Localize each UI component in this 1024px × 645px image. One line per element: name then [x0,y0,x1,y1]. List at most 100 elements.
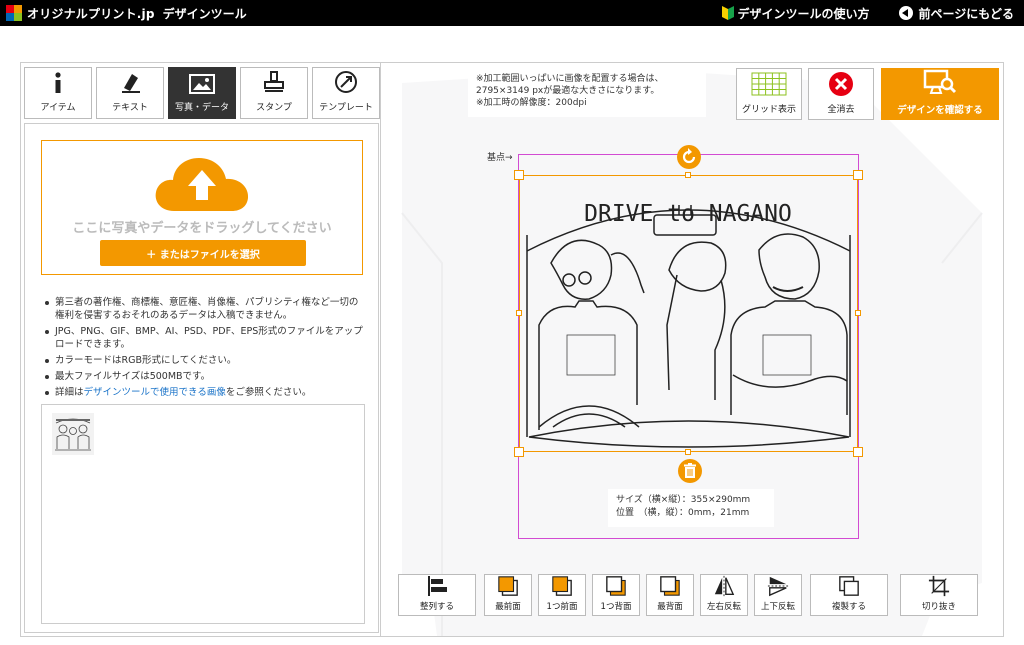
flip-horizontal-button[interactable]: 左右反転 [700,574,748,616]
bring-front-icon [498,576,518,596]
uploaded-image-thumbnail[interactable] [52,413,94,455]
list-item: JPG、PNG、GIF、BMP、AI、PSD、PDF、EPS形式のファイルをアッ… [43,325,363,351]
bring-to-front-button[interactable]: 最前面 [484,574,532,616]
design-canvas[interactable]: ※加工範囲いっぱいに画像を配置する場合は、 2795×3149 pxが最適な大き… [382,63,1003,636]
bring-forward-label: 1つ前面 [546,602,578,612]
tab-label: スタンプ [256,103,292,113]
resize-handle-right[interactable] [855,310,861,316]
resize-handle-bottom-left[interactable] [514,447,524,457]
grid-toggle-button[interactable]: グリッド表示 [736,68,802,120]
duplicate-icon [839,576,859,596]
resize-handle-bottom-right[interactable] [853,447,863,457]
tab-label: 写真・データ [174,103,229,113]
top-bar: オリジナルプリント.jp デザインツール デザインツールの使い方 前ページにもど… [0,0,1024,26]
clear-all-button[interactable]: 全消去 [808,68,874,120]
send-back-label: 最背面 [657,602,683,612]
tab-label: アイテム [40,103,76,113]
resize-handle-bottom[interactable] [685,449,691,455]
logo[interactable]: オリジナルプリント.jp デザインツール [6,5,247,22]
usable-images-link[interactable]: デザインツールで使用できる画像 [84,387,226,398]
logo-subtitle: デザインツール [162,6,247,21]
editor-frame: アイテム テキスト 写真・データ スタンプ テンプレート ここに写真やデータをド… [20,62,1004,637]
send-backward-button[interactable]: 1つ背面 [592,574,640,616]
align-button[interactable]: 整列する [398,574,476,616]
note-prefix: 詳細は [55,387,84,398]
delete-design-button[interactable] [678,459,702,483]
tab-label: テンプレート [319,103,373,113]
size-readout: サイズ（横×縦）：355×290mm [616,495,751,505]
duplicate-label: 複製する [831,602,866,612]
upload-notes: 第三者の著作権、商標権、意匠権、肖像権、パブリシティ権など一切の権利を侵害するお… [43,296,363,402]
back-link[interactable]: 前ページにもどる [879,5,1014,22]
grid-button-label: グリッド表示 [741,105,796,115]
design-selection-box[interactable] [519,175,858,452]
print-info-note: ※加工範囲いっぱいに画像を配置する場合は、 2795×3149 pxが最適な大き… [468,67,706,117]
note-suffix: をご参照ください。 [225,387,312,398]
resize-handle-top[interactable] [685,172,691,178]
pen-icon [122,74,140,93]
anchor-point-label: 基点→ [487,153,513,163]
bring-front-label: 最前面 [495,602,521,612]
list-item: 詳細はデザインツールで使用できる画像をご参照ください。 [43,386,363,399]
send-back-icon [660,576,680,596]
tab-label: テキスト [112,103,148,113]
size-position-readout: サイズ（横×縦）：355×290mm 位置 （横，縦）：0mm，21mm [608,489,774,527]
upload-cloud-icon [155,158,249,211]
template-icon [335,71,357,93]
duplicate-button[interactable]: 複製する [810,574,888,616]
tab-stamp[interactable]: スタンプ [240,67,308,119]
monitor-search-icon [923,69,957,94]
rotate-handle[interactable] [677,145,701,169]
align-button-label: 整列する [419,602,454,612]
flip-vertical-label: 上下反転 [760,602,795,612]
resize-handle-top-right[interactable] [853,170,863,180]
info-line: ※加工時の解像度：200dpi [476,98,587,108]
send-to-back-button[interactable]: 最背面 [646,574,694,616]
flip-vertical-icon [767,576,789,597]
tab-item[interactable]: アイテム [24,67,92,119]
file-dropzone[interactable]: ここに写真やデータをドラッグしてください ＋ またはファイルを選択 [41,140,363,275]
trash-icon [684,463,696,478]
info-line: ※加工範囲いっぱいに画像を配置する場合は、 [476,74,664,84]
tab-template[interactable]: テンプレート [312,67,380,119]
guide-link-label: デザインツールの使い方 [737,6,870,21]
position-readout: 位置 （横，縦）：0mm，21mm [616,508,750,518]
clear-button-label: 全消去 [827,105,855,115]
dropzone-text: ここに写真やデータをドラッグしてください [72,221,332,236]
stamp-icon [264,71,284,92]
rotate-icon [682,148,696,164]
resize-handle-top-left[interactable] [514,170,524,180]
list-item: 第三者の著作権、商標権、意匠権、肖像権、パブリシティ権など一切の権利を侵害するお… [43,296,363,322]
flip-vertical-button[interactable]: 上下反転 [754,574,802,616]
select-file-button[interactable]: ＋ またはファイルを選択 [100,240,306,266]
flip-horizontal-label: 左右反転 [706,602,741,612]
align-icon [428,576,447,596]
back-arrow-icon [899,6,914,20]
beginner-mark-icon [722,6,735,20]
guide-link[interactable]: デザインツールの使い方 [722,5,869,22]
confirm-button-label: デザインを確認する [897,105,983,116]
grid-icon [751,72,787,96]
clear-x-icon [829,72,853,96]
send-backward-icon [606,576,626,596]
confirm-design-button[interactable]: デザインを確認する [881,68,999,120]
info-icon [55,72,61,93]
design-thumbnail-image [52,413,94,455]
tab-text[interactable]: テキスト [96,67,164,119]
left-panel: アイテム テキスト 写真・データ スタンプ テンプレート ここに写真やデータをド… [21,63,381,636]
crop-button[interactable]: 切り抜き [900,574,978,616]
info-line: 2795×3149 pxが最適な大きさになります。 [476,86,660,96]
tool-tabs: アイテム テキスト 写真・データ スタンプ テンプレート [24,67,384,119]
crop-label: 切り抜き [921,602,956,612]
tab-photo-data[interactable]: 写真・データ [168,67,236,119]
logo-cube-icon [6,5,22,21]
send-backward-label: 1つ背面 [600,602,632,612]
image-icon [189,74,215,94]
list-item: 最大ファイルサイズは500MBです。 [43,370,363,383]
bring-forward-button[interactable]: 1つ前面 [538,574,586,616]
uploaded-images-list [41,404,365,624]
photo-data-panel: ここに写真やデータをドラッグしてください ＋ またはファイルを選択 第三者の著作… [24,123,379,633]
crop-icon [928,575,950,597]
back-link-label: 前ページにもどる [918,6,1014,21]
resize-handle-left[interactable] [516,310,522,316]
